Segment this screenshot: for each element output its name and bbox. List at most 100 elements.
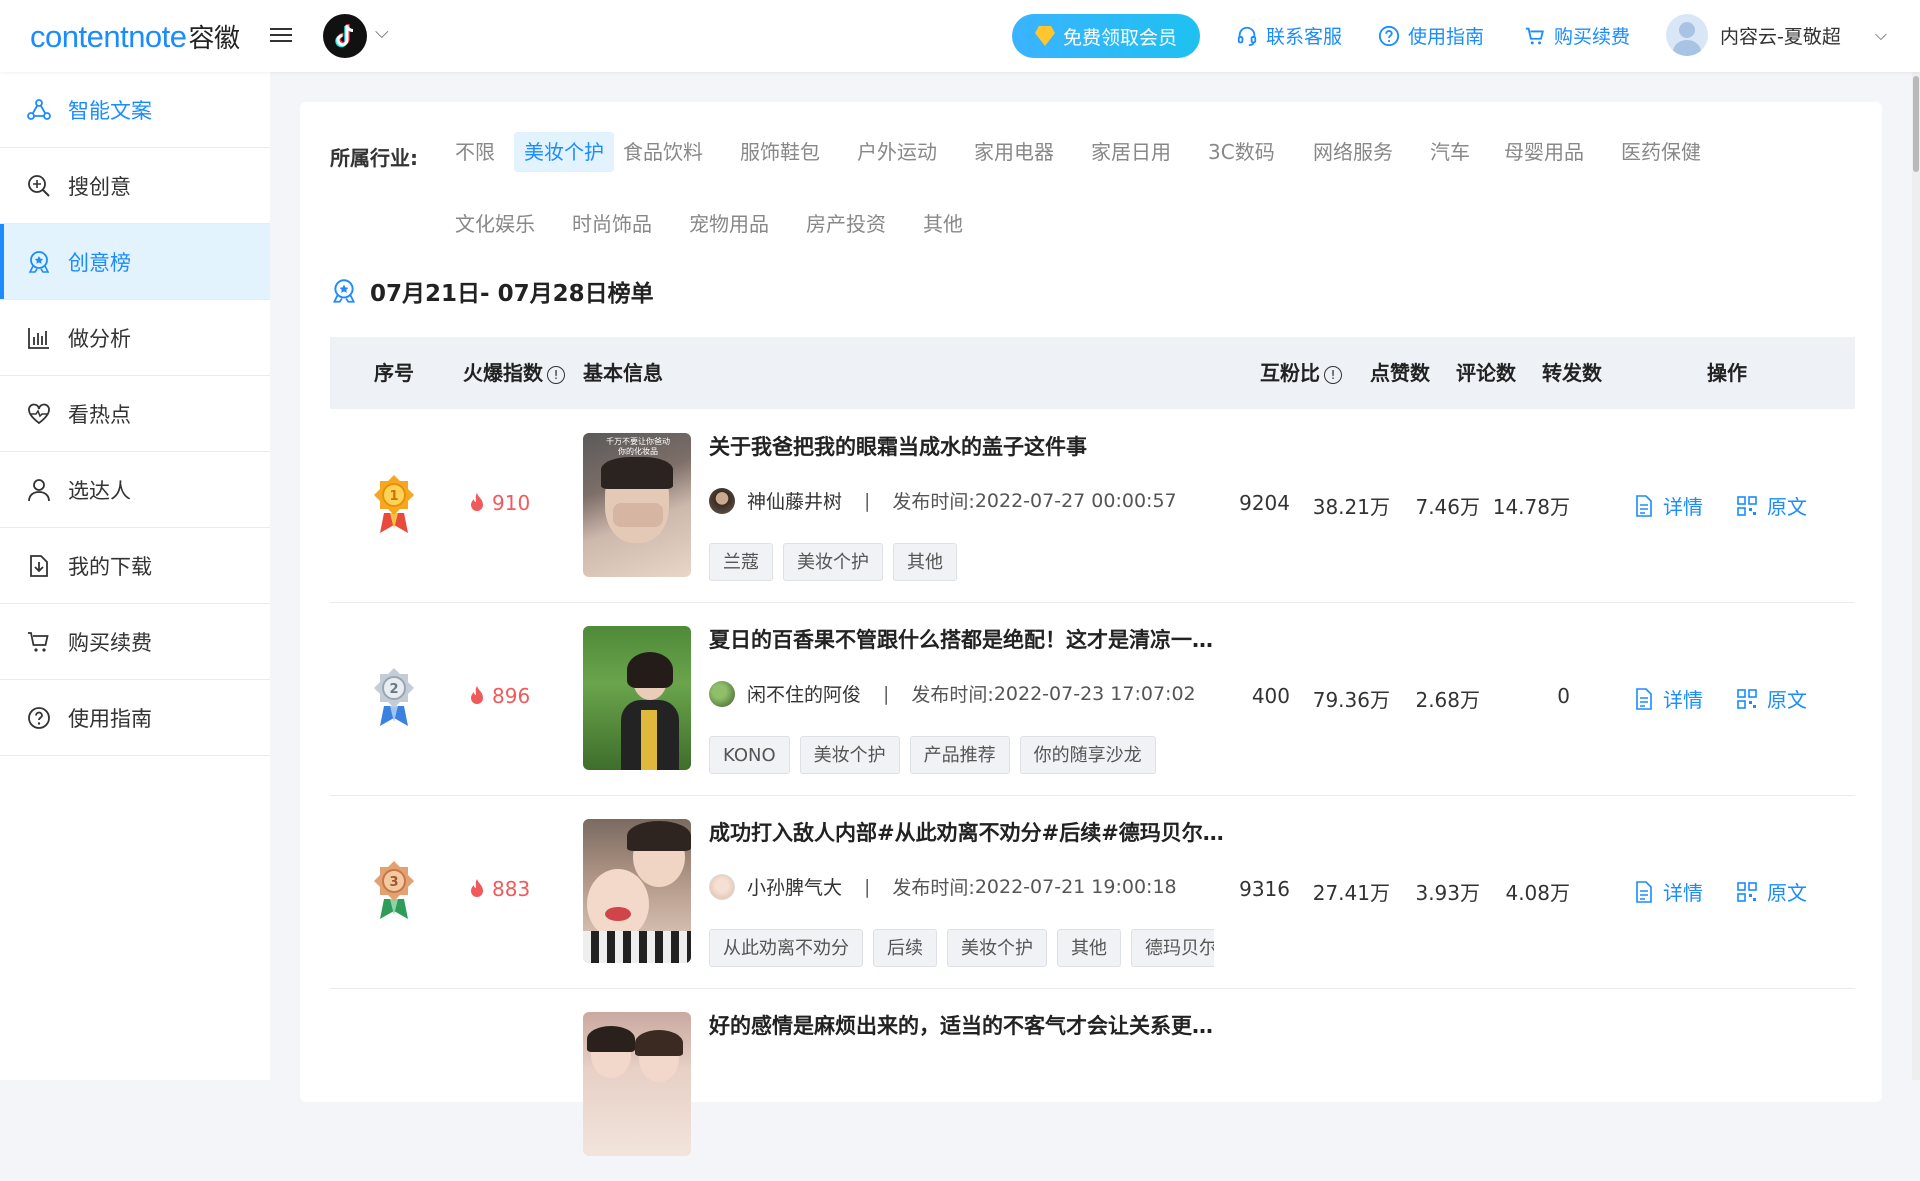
industry-option[interactable]: 网络服务: [1303, 132, 1403, 172]
menu-toggle-icon[interactable]: [270, 24, 292, 46]
video-title[interactable]: 夏日的百香果不管跟什么搭都是绝配！这才是清凉一夏的正确打开方式: [709, 624, 1229, 654]
tiktok-icon[interactable]: [323, 14, 367, 58]
ranking-card: 所属行业: 不限 美妆个护 食品饮料 服饰鞋包 户外运动 家用电器 家居日用 3…: [300, 102, 1882, 1156]
sidebar-item-label: 使用指南: [68, 706, 152, 731]
sidebar-item-analysis[interactable]: 做分析: [0, 300, 270, 376]
author-name[interactable]: 小孙脾气大: [747, 873, 842, 900]
industry-option[interactable]: 汽车: [1420, 132, 1480, 172]
tag-chip[interactable]: 你的随享沙龙: [1019, 736, 1156, 774]
chevron-down-icon: ⌵: [1874, 25, 1887, 44]
rank-number: 2: [389, 682, 398, 697]
sidebar-item-hotspot[interactable]: 看热点: [0, 376, 270, 452]
gold-medal-icon: 1: [374, 475, 414, 533]
industry-option[interactable]: 3C数码: [1198, 132, 1285, 172]
industry-option-selected[interactable]: 美妆个护: [514, 132, 614, 172]
sidebar-item-downloads[interactable]: 我的下载: [0, 528, 270, 604]
detail-link[interactable]: 详情: [1635, 877, 1703, 906]
vip-label: 免费领取会员: [1062, 26, 1177, 49]
user-menu[interactable]: 内容云-夏敬超 ⌵: [1666, 14, 1887, 56]
sidebar-item-search-idea[interactable]: 搜创意: [0, 148, 270, 224]
sidebar-item-guide[interactable]: 使用指南: [0, 680, 270, 756]
sidebar-item-ai-copy[interactable]: 智能文案: [0, 72, 270, 148]
bronze-medal-icon: 3: [374, 861, 414, 919]
shares-value: 0: [1557, 684, 1570, 708]
sidebar-item-ranking[interactable]: 创意榜: [0, 224, 270, 300]
cart-icon: [28, 631, 49, 652]
industry-option[interactable]: 医药保健: [1611, 132, 1711, 172]
tag-chip[interactable]: 其他: [893, 543, 957, 581]
qrcode-icon: [1737, 495, 1757, 516]
detail-link[interactable]: 详情: [1635, 684, 1703, 713]
origin-label: 原文: [1767, 881, 1807, 905]
top-header: contentnote容徽 ⌵ 免费领取会员 联系客服 使用指南 购买续费 内容…: [0, 0, 1920, 72]
info-icon[interactable]: !: [547, 365, 565, 384]
publish-time: 2022-07-27 00:00:57: [974, 489, 1177, 512]
origin-link[interactable]: 原文: [1737, 684, 1807, 713]
tag-chip[interactable]: 美妆个护: [799, 736, 900, 774]
tag-chip[interactable]: 德玛贝尔: [1131, 929, 1214, 967]
video-title[interactable]: 关于我爸把我的眼霜当成水的盖子这件事: [709, 431, 1229, 461]
video-thumbnail[interactable]: [583, 819, 691, 963]
header-ratio-label: 互粉比: [1260, 361, 1320, 385]
user-guide-link[interactable]: 使用指南: [1378, 22, 1484, 49]
table-row: 1 910 千万不要让你爸动你的化妆品 关于我爸把我的眼霜当成水的盖子这件事 神…: [330, 409, 1855, 603]
industry-option[interactable]: 家用电器: [964, 132, 1064, 172]
tag-chip[interactable]: 美妆个护: [947, 929, 1047, 967]
author-avatar: [709, 487, 735, 514]
tag-list: 从此劝离不劝分 后续 美妆个护 其他 德玛贝尔: [709, 929, 1214, 969]
contact-support-link[interactable]: 联系客服: [1236, 22, 1342, 49]
author-name[interactable]: 神仙藤井树: [747, 487, 842, 514]
industry-option[interactable]: 母婴用品: [1494, 132, 1594, 172]
table-header: 序号 火爆指数! 基本信息 互粉比! 点赞数 评论数 转发数 操作: [330, 337, 1855, 409]
industry-option[interactable]: 户外运动: [847, 132, 947, 172]
ai-copy-icon: [27, 98, 51, 120]
origin-link[interactable]: 原文: [1737, 877, 1807, 906]
page-scrollbar[interactable]: [1912, 72, 1920, 1080]
user-icon: [28, 478, 50, 501]
sidebar-item-influencer[interactable]: 选达人: [0, 452, 270, 528]
qrcode-icon: [1737, 688, 1757, 709]
app-logo[interactable]: contentnote容徽: [30, 18, 240, 55]
video-thumbnail[interactable]: 千万不要让你爸动你的化妆品: [583, 433, 691, 577]
free-vip-button[interactable]: 免费领取会员: [1012, 14, 1200, 58]
video-title[interactable]: 好的感情是麻烦出来的，适当的不客气才会让关系更亲密: [709, 1010, 1229, 1040]
info-icon[interactable]: !: [1324, 365, 1342, 384]
tag-chip[interactable]: KONO: [709, 736, 790, 774]
header-actions: 操作: [1707, 361, 1747, 385]
likes-value: 38.21万: [1312, 495, 1390, 519]
author-name[interactable]: 闲不住的阿俊: [747, 680, 861, 707]
tag-chip[interactable]: 其他: [1057, 929, 1121, 967]
header-shares: 转发数: [1542, 361, 1602, 385]
fan-ratio-value: 9204: [1239, 491, 1290, 515]
industry-option[interactable]: 其他: [913, 204, 973, 244]
publish-label: 发布时间:: [892, 877, 975, 899]
publish-label: 发布时间:: [911, 684, 994, 706]
detail-link[interactable]: 详情: [1635, 491, 1703, 520]
industry-option[interactable]: 房产投资: [796, 204, 896, 244]
industry-option[interactable]: 家居日用: [1081, 132, 1181, 172]
chevron-down-icon[interactable]: ⌵: [375, 22, 389, 43]
sidebar-item-label: 创意榜: [68, 250, 131, 275]
table-row: 3 883 成功打入敌人内部#从此劝离不劝分#后续#德玛贝尔美妆 小孙脾气大 |…: [330, 795, 1855, 989]
industry-option[interactable]: 食品饮料: [613, 132, 713, 172]
origin-link[interactable]: 原文: [1737, 491, 1807, 520]
tag-chip[interactable]: 兰蔻: [709, 543, 773, 581]
sidebar-item-buy[interactable]: 购买续费: [0, 604, 270, 680]
ranking-title-text: 07月21日- 07月28日榜单: [370, 281, 654, 307]
video-title[interactable]: 成功打入敌人内部#从此劝离不劝分#后续#德玛贝尔美妆: [709, 817, 1229, 847]
tag-chip[interactable]: 从此劝离不劝分: [709, 929, 863, 967]
video-thumbnail[interactable]: [583, 1012, 691, 1156]
tag-chip[interactable]: 产品推荐: [909, 736, 1010, 774]
industry-option[interactable]: 时尚饰品: [562, 204, 662, 244]
scrollbar-thumb[interactable]: [1913, 76, 1919, 172]
tag-chip[interactable]: 后续: [873, 929, 937, 967]
industry-option[interactable]: 服饰鞋包: [730, 132, 830, 172]
industry-option[interactable]: 不限: [445, 132, 505, 172]
video-thumbnail[interactable]: [583, 626, 691, 770]
tag-chip[interactable]: 美妆个护: [783, 543, 883, 581]
rank-number: 3: [389, 875, 398, 890]
buy-renew-link[interactable]: 购买续费: [1524, 22, 1630, 49]
silver-medal-icon: 2: [374, 668, 414, 726]
industry-option[interactable]: 宠物用品: [679, 204, 779, 244]
industry-option[interactable]: 文化娱乐: [445, 204, 545, 244]
